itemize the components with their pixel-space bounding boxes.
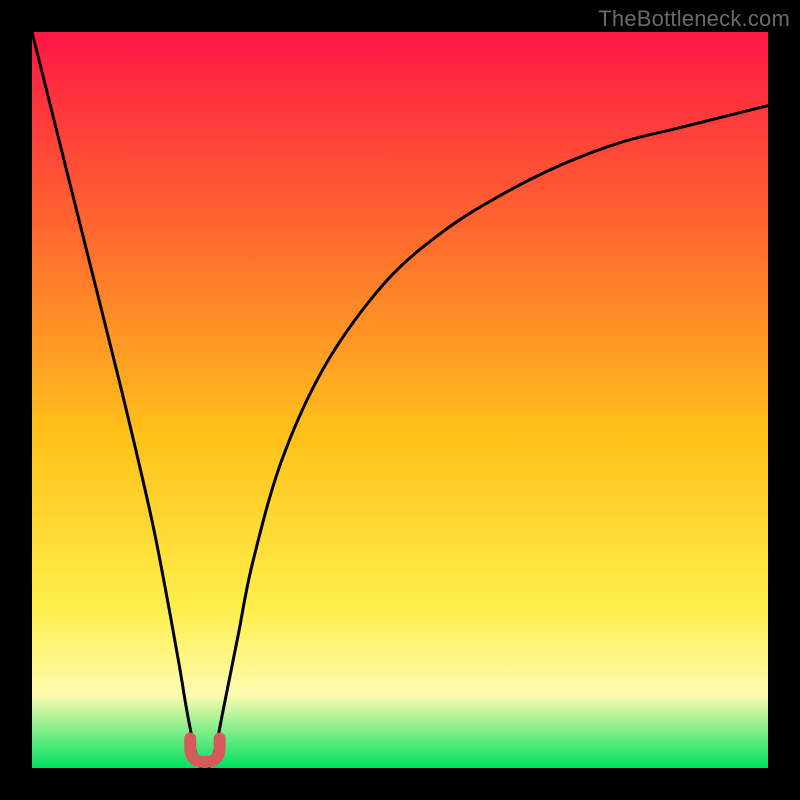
watermark-text: TheBottleneck.com: [598, 6, 790, 32]
plot-svg: [32, 32, 768, 768]
chart-frame: TheBottleneck.com: [0, 0, 800, 800]
gradient-background: [32, 32, 768, 768]
plot-area: [32, 32, 768, 768]
